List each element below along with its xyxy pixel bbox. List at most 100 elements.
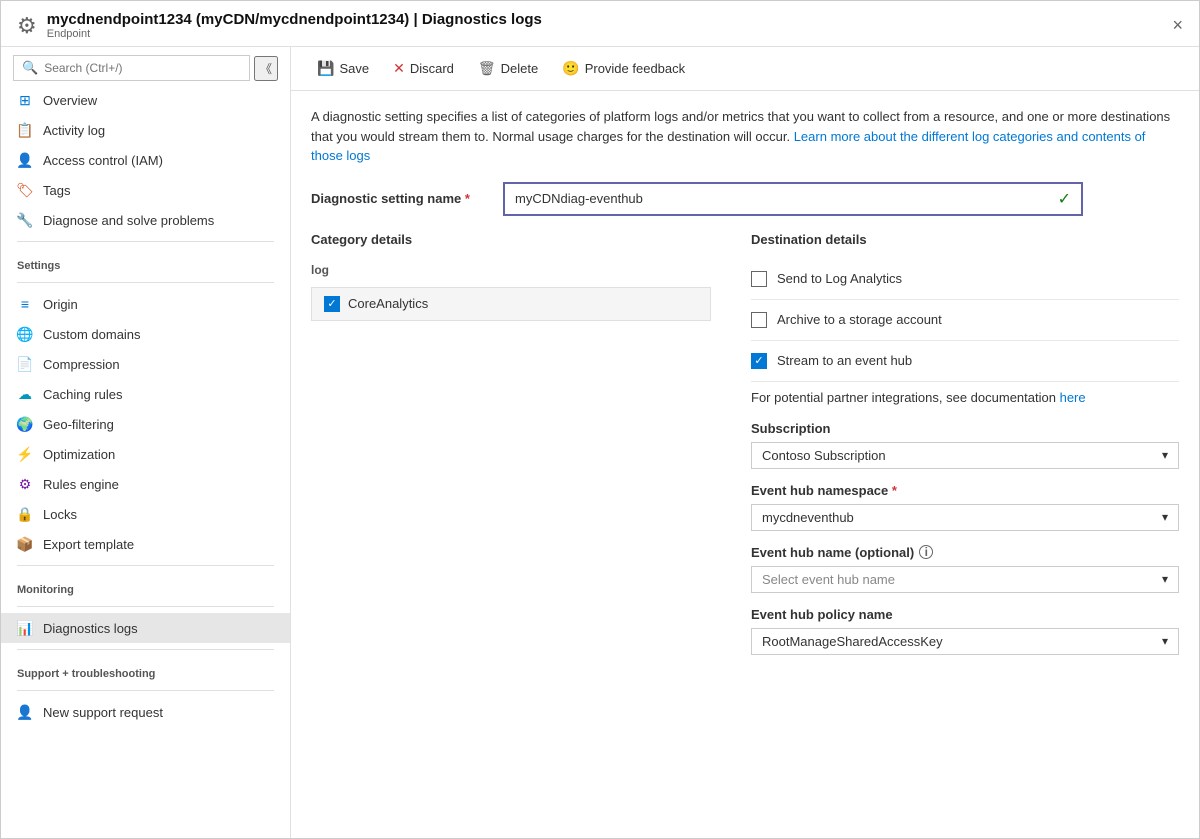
- section-divider2: [17, 282, 274, 283]
- description-text: A diagnostic setting specifies a list of…: [311, 107, 1179, 166]
- required-marker2: *: [892, 483, 897, 498]
- sidebar-item-diagnostics[interactable]: 📊 Diagnostics logs: [1, 613, 290, 643]
- gear-icon: ⚙: [17, 13, 37, 39]
- search-input[interactable]: [44, 61, 241, 75]
- sidebar-item-tags[interactable]: 🏷 Tags: [1, 175, 290, 205]
- page-title: mycdnendpoint1234 (myCDN/mycdnendpoint12…: [47, 11, 542, 28]
- sidebar-item-geo[interactable]: 🌍 Geo-filtering: [1, 409, 290, 439]
- info-icon: i: [919, 545, 933, 559]
- coreanalytics-label: CoreAnalytics: [348, 296, 428, 311]
- eventhub-checkbox[interactable]: [751, 353, 767, 369]
- eventhub-name-placeholder: Select event hub name: [762, 572, 895, 587]
- sidebar-item-custom-domains[interactable]: 🌐 Custom domains: [1, 319, 290, 349]
- sidebar-item-caching[interactable]: ☁ Caching rules: [1, 379, 290, 409]
- diagnostics-icon: 📊: [17, 620, 33, 636]
- eventhub-name-chevron: ▾: [1162, 572, 1168, 586]
- diagnose-icon: 🔧: [17, 212, 33, 228]
- category-item-coreanalytics[interactable]: CoreAnalytics: [311, 287, 711, 321]
- activity-log-icon: 📋: [17, 122, 33, 138]
- eventhub-ns-group: Event hub namespace * mycdneventhub ▾: [751, 483, 1179, 531]
- sidebar-item-activity-log[interactable]: 📋 Activity log: [1, 115, 290, 145]
- storage-label: Archive to a storage account: [777, 312, 942, 327]
- subscription-chevron: ▾: [1162, 448, 1168, 462]
- content-body: A diagnostic setting specifies a list of…: [291, 91, 1199, 838]
- page-subtitle: Endpoint: [47, 28, 542, 40]
- caching-icon: ☁: [17, 386, 33, 402]
- sidebar-item-diagnose[interactable]: 🔧 Diagnose and solve problems: [1, 205, 290, 235]
- settings-section-label: Settings: [1, 248, 290, 276]
- subscription-value: Contoso Subscription: [762, 448, 886, 463]
- discard-icon: ✕: [393, 60, 405, 77]
- storage-checkbox[interactable]: [751, 312, 767, 328]
- eventhub-name-select[interactable]: Select event hub name ▾: [751, 566, 1179, 593]
- section-divider: [17, 241, 274, 242]
- sidebar-item-compression[interactable]: 📄 Compression: [1, 349, 290, 379]
- feedback-icon: 🙂: [562, 60, 579, 77]
- rules-icon: ⚙: [17, 476, 33, 492]
- save-icon: 💾: [317, 60, 334, 77]
- eventhub-ns-label: Event hub namespace *: [751, 483, 1179, 498]
- sidebar-item-label: Overview: [43, 93, 97, 108]
- sidebar-item-optimization[interactable]: ⚡ Optimization: [1, 439, 290, 469]
- coreanalytics-checkbox[interactable]: [324, 296, 340, 312]
- required-marker: *: [465, 191, 470, 206]
- eventhub-ns-select[interactable]: mycdneventhub ▾: [751, 504, 1179, 531]
- sidebar-item-label: Diagnose and solve problems: [43, 213, 214, 228]
- subscription-select[interactable]: Contoso Subscription ▾: [751, 442, 1179, 469]
- dest-item-eventhub[interactable]: Stream to an event hub: [751, 341, 1179, 382]
- search-icon: 🔍: [22, 60, 38, 76]
- eventhub-name-group: Event hub name (optional) i Select event…: [751, 545, 1179, 593]
- dest-item-storage[interactable]: Archive to a storage account: [751, 300, 1179, 341]
- subscription-label: Subscription: [751, 421, 1179, 436]
- subscription-group: Subscription Contoso Subscription ▾: [751, 421, 1179, 469]
- export-icon: 📦: [17, 536, 33, 552]
- monitoring-section-label: Monitoring: [1, 572, 290, 600]
- sidebar-item-overview[interactable]: ⊞ Overview: [1, 85, 290, 115]
- search-box[interactable]: 🔍: [13, 55, 250, 81]
- sidebar-item-support[interactable]: 👤 New support request: [1, 697, 290, 727]
- sidebar-item-export[interactable]: 📦 Export template: [1, 529, 290, 559]
- check-icon: ✓: [1058, 189, 1071, 209]
- locks-icon: 🔒: [17, 506, 33, 522]
- title-bar: ⚙ mycdnendpoint1234 (myCDN/mycdnendpoint…: [1, 1, 1199, 47]
- log-analytics-checkbox[interactable]: [751, 271, 767, 287]
- log-category-label: log: [311, 259, 711, 281]
- category-section: log CoreAnalytics: [311, 259, 711, 321]
- discard-button[interactable]: ✕ Discard: [383, 55, 464, 82]
- toolbar: 💾 Save ✕ Discard 🗑 Delete 🙂 Provide feed…: [291, 47, 1199, 91]
- destination-details-title: Destination details: [751, 232, 1179, 247]
- eventhub-policy-select[interactable]: RootManageSharedAccessKey ▾: [751, 628, 1179, 655]
- sidebar-item-rules[interactable]: ⚙ Rules engine: [1, 469, 290, 499]
- sidebar-item-label: Diagnostics logs: [43, 621, 138, 636]
- sidebar-item-origin[interactable]: ≡ Origin: [1, 289, 290, 319]
- sidebar-item-label: Geo-filtering: [43, 417, 114, 432]
- sidebar-item-label: Activity log: [43, 123, 105, 138]
- sidebar-item-locks[interactable]: 🔒 Locks: [1, 499, 290, 529]
- collapse-button[interactable]: 《: [254, 56, 278, 81]
- optimization-icon: ⚡: [17, 446, 33, 462]
- category-details-title: Category details: [311, 232, 711, 247]
- sidebar-item-label: Compression: [43, 357, 120, 372]
- save-button[interactable]: 💾 Save: [307, 55, 379, 82]
- log-analytics-label: Send to Log Analytics: [777, 271, 902, 286]
- feedback-button[interactable]: 🙂 Provide feedback: [552, 55, 695, 82]
- app-window: ⚙ mycdnendpoint1234 (myCDN/mycdnendpoint…: [0, 0, 1200, 839]
- eventhub-label: Stream to an event hub: [777, 353, 912, 368]
- diag-name-input[interactable]: myCDNdiag-eventhub ✓: [503, 182, 1083, 216]
- eventhub-ns-chevron: ▾: [1162, 510, 1168, 524]
- diag-name-row: Diagnostic setting name * myCDNdiag-even…: [311, 182, 1179, 216]
- diag-name-label: Diagnostic setting name *: [311, 191, 491, 206]
- dest-item-log-analytics[interactable]: Send to Log Analytics: [751, 259, 1179, 300]
- overview-icon: ⊞: [17, 92, 33, 108]
- delete-icon: 🗑: [478, 60, 496, 77]
- close-button[interactable]: ×: [1172, 15, 1183, 36]
- delete-button[interactable]: 🗑 Delete: [468, 55, 548, 82]
- two-col-layout: Category details log CoreAnalytics Desti…: [311, 232, 1179, 669]
- support-icon: 👤: [17, 704, 33, 720]
- destination-details-col: Destination details Send to Log Analytic…: [751, 232, 1179, 669]
- sidebar-item-iam[interactable]: 👤 Access control (IAM): [1, 145, 290, 175]
- partner-link[interactable]: here: [1060, 390, 1086, 405]
- eventhub-name-label: Event hub name (optional) i: [751, 545, 1179, 560]
- section-divider4: [17, 606, 274, 607]
- sidebar-item-label: Custom domains: [43, 327, 141, 342]
